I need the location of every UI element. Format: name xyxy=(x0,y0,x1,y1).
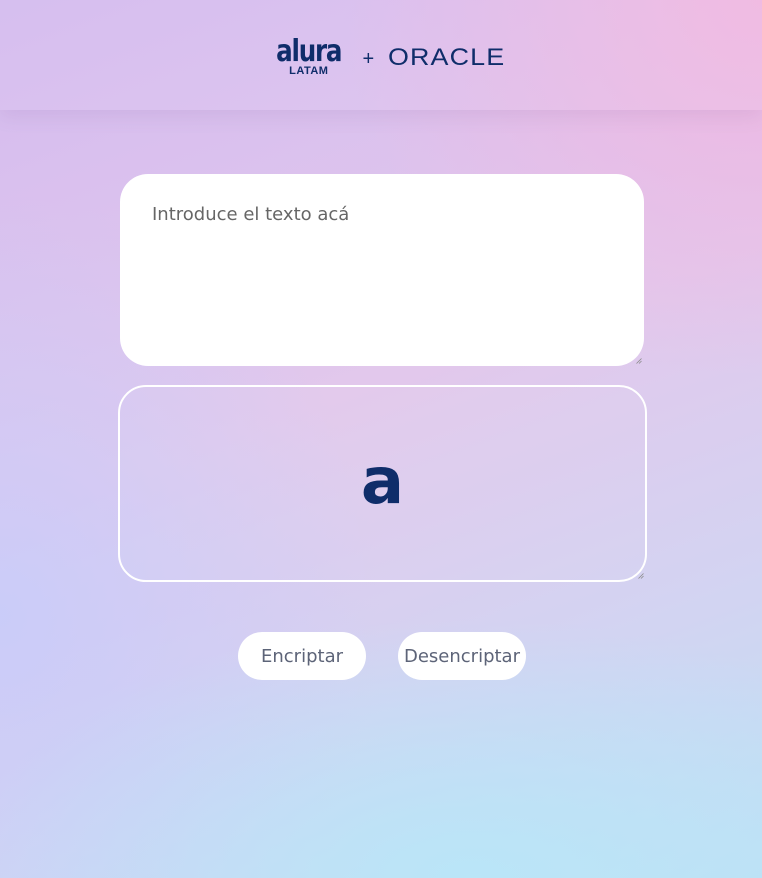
output-text: a xyxy=(360,444,405,519)
page-header: alura LATAM + ORACLE xyxy=(0,0,762,110)
logo-plus-sign: + xyxy=(362,47,375,70)
output-panel[interactable]: a xyxy=(118,385,647,582)
text-input[interactable] xyxy=(120,174,644,366)
encrypt-button[interactable]: Encriptar xyxy=(238,632,366,680)
resize-handle-icon[interactable] xyxy=(638,573,644,579)
alura-logo-text: alura xyxy=(276,34,342,69)
decrypt-button[interactable]: Desencriptar xyxy=(398,632,526,680)
alura-oracle-logo: alura LATAM + ORACLE xyxy=(269,37,504,77)
resize-handle-icon[interactable] xyxy=(636,358,642,364)
oracle-logo-text: ORACLE xyxy=(388,44,506,71)
alura-latam-logo: alura LATAM xyxy=(269,37,348,77)
